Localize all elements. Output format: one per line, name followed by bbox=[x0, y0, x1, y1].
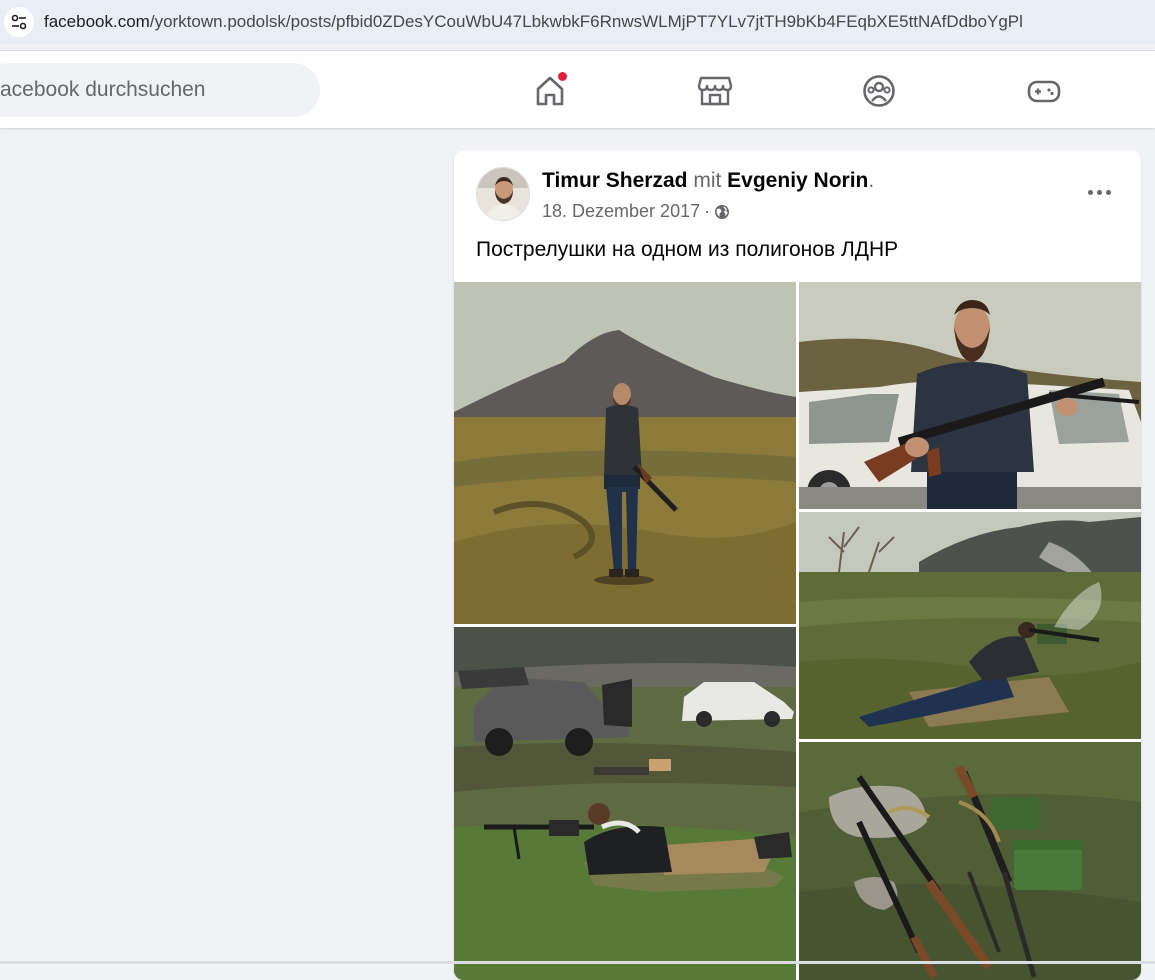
meta-separator: · bbox=[704, 201, 711, 221]
marketplace-icon bbox=[697, 76, 733, 106]
photo-man-with-gun-by-car[interactable] bbox=[799, 282, 1141, 509]
photo-weapons-on-ground[interactable] bbox=[799, 742, 1141, 980]
globe-icon bbox=[715, 204, 730, 219]
post-card: Timur Sherzad mit Evgeniy Norin. 18. Dez… bbox=[454, 150, 1141, 980]
search-input[interactable]: acebook durchsuchen bbox=[0, 63, 320, 117]
photo-man-standing-field[interactable] bbox=[454, 282, 796, 624]
site-info-icon[interactable] bbox=[4, 7, 34, 37]
groups-icon bbox=[863, 75, 895, 107]
facebook-header: acebook durchsuchen bbox=[0, 50, 1155, 128]
url-host: facebook.com bbox=[44, 12, 150, 31]
nav-gaming-button[interactable] bbox=[1024, 71, 1064, 111]
photo-man-prone-shooting[interactable] bbox=[799, 512, 1141, 739]
post-meta: 18. Dezember 2017 · bbox=[542, 201, 730, 222]
nav-home-button[interactable] bbox=[530, 71, 570, 111]
notification-dot bbox=[557, 71, 568, 82]
address-bar[interactable]: facebook.com/yorktown.podolsk/posts/pfbi… bbox=[0, 0, 1155, 44]
url-text[interactable]: facebook.com/yorktown.podolsk/posts/pfbi… bbox=[44, 12, 1023, 32]
tagged-user-link[interactable]: Evgeniy Norin bbox=[727, 169, 868, 192]
more-dot bbox=[1105, 189, 1111, 195]
with-word: mit bbox=[693, 169, 722, 192]
post-date-link[interactable]: 18. Dezember 2017 bbox=[542, 201, 700, 222]
author-avatar[interactable] bbox=[476, 167, 530, 221]
photo-cars-and-man-prone[interactable] bbox=[454, 627, 796, 980]
url-path: /yorktown.podolsk/posts/pfbid0ZDesYCouWb… bbox=[149, 12, 1023, 31]
nav-groups-button[interactable] bbox=[859, 71, 899, 111]
author-line: Timur Sherzad mit Evgeniy Norin. bbox=[542, 169, 874, 193]
gaming-icon bbox=[1027, 80, 1061, 103]
author-name-link[interactable]: Timur Sherzad bbox=[542, 169, 687, 192]
period: . bbox=[868, 169, 875, 192]
more-dot bbox=[1096, 189, 1102, 195]
nav-marketplace-button[interactable] bbox=[695, 71, 735, 111]
post-options-button[interactable] bbox=[1079, 174, 1119, 210]
post-text: Пострелушки на одном из полигонов ЛДНР bbox=[476, 238, 899, 261]
search-placeholder: acebook durchsuchen bbox=[0, 78, 206, 101]
more-dot bbox=[1087, 189, 1093, 195]
